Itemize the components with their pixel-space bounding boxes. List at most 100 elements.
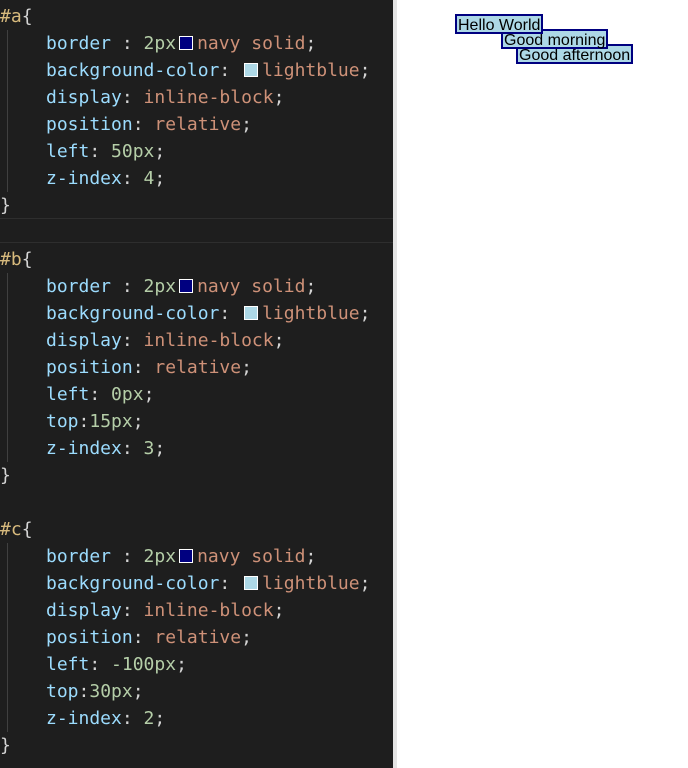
semicolon: ; [273, 87, 285, 108]
rule-a-decl-left[interactable]: left: 50px; [0, 138, 165, 165]
keyword-value: lightblue [262, 573, 360, 594]
separator: : [89, 141, 112, 162]
color-swatch-lightblue[interactable] [244, 63, 259, 77]
rule-b-decl-border[interactable]: border : 2px navy solid; [0, 273, 316, 300]
property-name: top [46, 411, 79, 432]
color-swatch-navy[interactable] [179, 279, 194, 293]
color-swatch-navy[interactable] [179, 549, 194, 563]
rule-c-decl-display[interactable]: display: inline-block; [0, 597, 284, 624]
separator: : [121, 330, 144, 351]
rule-c-decl-border[interactable]: border : 2px navy solid; [0, 543, 316, 570]
keyword-value: inline-block [143, 330, 274, 351]
property-name: top [46, 681, 79, 702]
semicolon: ; [154, 168, 166, 189]
semicolon: ; [241, 357, 252, 378]
property-name: background-color [46, 303, 220, 324]
rule-c-selector-line[interactable]: #c{ [0, 516, 33, 543]
property-name: z-index [46, 438, 122, 459]
rule-c-close-brace: } [0, 735, 11, 756]
rule-b-decl-display[interactable]: display: inline-block; [0, 327, 284, 354]
semicolon: ; [176, 654, 187, 675]
rule-a-decl-position[interactable]: position: relative; [0, 111, 252, 138]
property-name: position [46, 357, 133, 378]
rule-a-decl-z-index[interactable]: z-index: 4; [0, 165, 165, 192]
number-value: 2px [143, 33, 177, 54]
property-name: left [46, 141, 90, 162]
rule-a-close-brace: } [0, 195, 11, 216]
rule-b-decl-top[interactable]: top:15px; [0, 408, 144, 435]
separator: : [121, 168, 144, 189]
property-name: position [46, 114, 133, 135]
rule-a-decl-background-color[interactable]: background-color: lightblue; [0, 57, 370, 84]
rule-b-decl-left[interactable]: left: 0px; [0, 381, 154, 408]
property-name: z-index [46, 168, 122, 189]
separator: : [121, 87, 144, 108]
rule-b-close-line[interactable]: } [0, 462, 11, 489]
separator: : [121, 708, 144, 729]
rule-b-selector-line[interactable]: #b{ [0, 246, 33, 273]
number-value: 2px [143, 546, 177, 567]
semicolon: ; [241, 114, 252, 135]
keyword-value: navy solid [197, 276, 306, 297]
rule-c-decl-left[interactable]: left: -100px; [0, 651, 187, 678]
rule-c-decl-position[interactable]: position: relative; [0, 624, 252, 651]
separator: : [111, 33, 144, 54]
number-value: 4 [143, 168, 155, 189]
rule-a-selector: #a [0, 6, 22, 27]
number-value: 50px [111, 141, 155, 162]
rule-a-close-line[interactable]: } [0, 192, 11, 219]
separator: : [111, 546, 144, 567]
keyword-value: lightblue [262, 303, 360, 324]
rule-c-close-line[interactable]: } [0, 732, 11, 759]
rule-a-selector-line[interactable]: #a{ [0, 3, 33, 30]
color-swatch-lightblue[interactable] [244, 306, 259, 320]
semicolon: ; [241, 627, 252, 648]
separator: : [219, 303, 242, 324]
color-swatch-navy[interactable] [179, 36, 194, 50]
semicolon: ; [273, 330, 285, 351]
property-name: display [46, 600, 122, 621]
separator: : [78, 681, 90, 702]
separator: : [219, 60, 242, 81]
rule-b-open-brace: { [21, 249, 33, 270]
rule-b-close-brace: } [0, 465, 11, 486]
number-value: 30px [89, 681, 133, 702]
rule-c-decl-top[interactable]: top:30px; [0, 678, 144, 705]
keyword-value: navy solid [197, 546, 306, 567]
semicolon: ; [305, 33, 317, 54]
indent-guide [7, 543, 8, 732]
property-name: z-index [46, 708, 122, 729]
semicolon: ; [359, 573, 371, 594]
preview-box-a: Hello World [455, 14, 544, 34]
color-swatch-lightblue[interactable] [244, 576, 259, 590]
property-name: left [46, 384, 90, 405]
number-value: -100px [111, 654, 177, 675]
semicolon: ; [143, 384, 155, 405]
keyword-value: lightblue [262, 60, 360, 81]
rule-b-selector: #b [0, 249, 22, 270]
property-name: background-color [46, 60, 220, 81]
property-name: border [46, 33, 112, 54]
semicolon: ; [154, 438, 166, 459]
semicolon: ; [359, 303, 371, 324]
css-code-editor[interactable]: #a{ border : 2px navy solid; background-c… [0, 0, 393, 768]
rule-a-decl-border[interactable]: border : 2px navy solid; [0, 30, 316, 57]
semicolon: ; [273, 600, 285, 621]
rule-b-decl-background-color[interactable]: background-color: lightblue; [0, 300, 370, 327]
keyword-value: relative [154, 357, 242, 378]
keyword-value: inline-block [143, 87, 274, 108]
rule-c-decl-background-color[interactable]: background-color: lightblue; [0, 570, 370, 597]
rule-b-decl-z-index[interactable]: z-index: 3; [0, 435, 165, 462]
semicolon: ; [359, 60, 371, 81]
property-name: display [46, 87, 122, 108]
keyword-value: navy solid [197, 33, 306, 54]
keyword-value: relative [154, 114, 242, 135]
property-name: display [46, 330, 122, 351]
property-name: position [46, 627, 133, 648]
rule-a-open-brace: { [21, 6, 33, 27]
semicolon: ; [305, 546, 317, 567]
separator: : [111, 276, 144, 297]
rule-a-decl-display[interactable]: display: inline-block; [0, 84, 284, 111]
rule-b-decl-position[interactable]: position: relative; [0, 354, 252, 381]
rule-c-decl-z-index[interactable]: z-index: 2; [0, 705, 165, 732]
